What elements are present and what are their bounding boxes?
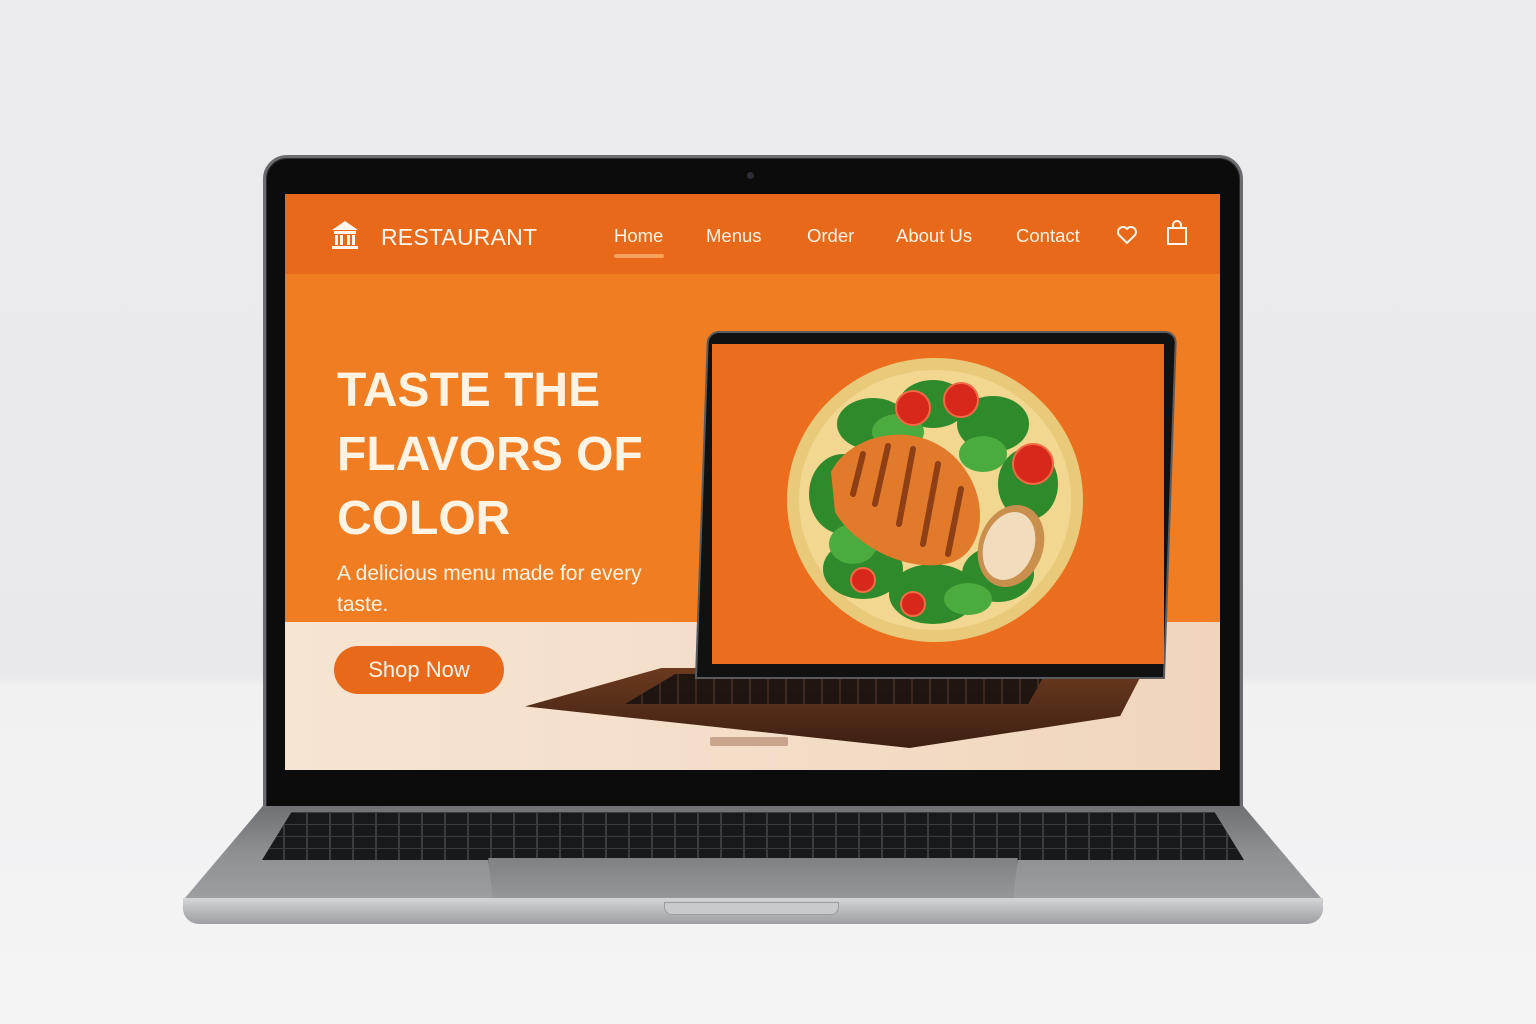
restaurant-building-icon[interactable] [330, 219, 360, 253]
shopping-bag-icon[interactable] [1166, 220, 1188, 246]
site-navbar: RESTAURANT Home Menus Order About Us Con… [285, 194, 1220, 274]
hero-subline: A delicious menu made for every taste. [337, 562, 642, 616]
laptop-notch [664, 902, 839, 915]
illustration-notch [710, 737, 788, 746]
active-nav-indicator [614, 254, 664, 258]
laptop-keyboard [262, 812, 1244, 860]
laptop-screen: RESTAURANT Home Menus Order About Us Con… [285, 194, 1220, 770]
nav-menus[interactable]: Menus [706, 225, 762, 247]
hero-headline: TASTE THE FLAVORS OF COLOR [337, 364, 643, 545]
nav-home[interactable]: Home [614, 225, 663, 247]
brand-name[interactable]: RESTAURANT [381, 224, 537, 251]
shop-now-button[interactable]: Shop Now [334, 646, 504, 694]
nav-order[interactable]: Order [807, 225, 854, 247]
food-plate-image [787, 358, 1083, 642]
nav-contact[interactable]: Contact [1016, 225, 1080, 247]
laptop-trackpad [488, 858, 1018, 902]
nav-about-us[interactable]: About Us [896, 225, 972, 247]
heart-icon[interactable] [1116, 224, 1138, 246]
webcam [747, 172, 754, 179]
